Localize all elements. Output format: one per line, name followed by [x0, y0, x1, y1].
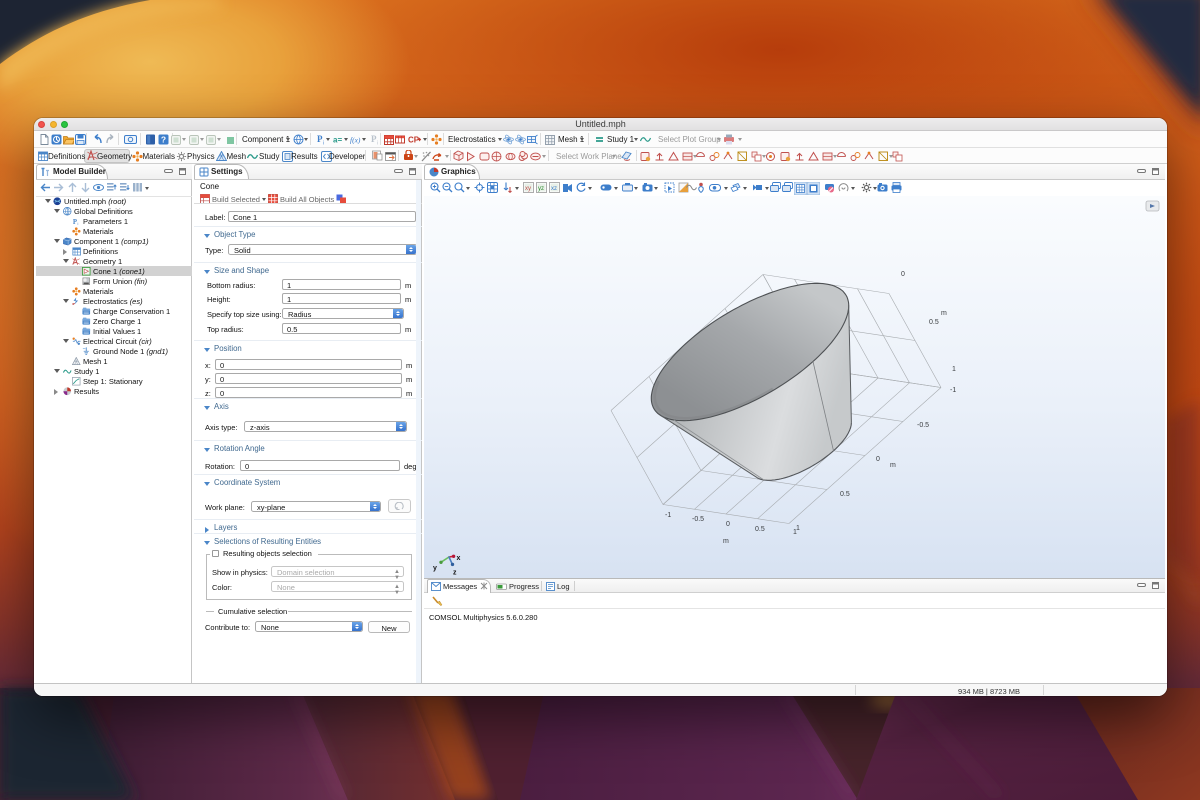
svg-text:yz: yz: [538, 186, 544, 192]
svg-text:?: ?: [161, 135, 166, 145]
svg-text:P: P: [73, 219, 77, 226]
svg-text:f(x): f(x): [350, 136, 361, 145]
svg-text:i: i: [78, 222, 79, 225]
svg-text:i: i: [323, 141, 324, 146]
svg-text:0: 0: [901, 271, 905, 278]
svg-text:0: 0: [726, 521, 730, 528]
svg-text:xy: xy: [525, 186, 531, 192]
svg-text:0.5: 0.5: [755, 526, 765, 533]
svg-text:-1: -1: [665, 512, 671, 519]
svg-text:1: 1: [952, 366, 956, 373]
svg-text:-0.5: -0.5: [917, 422, 929, 429]
svg-text:x: x: [457, 555, 461, 562]
svg-text:a=: a=: [333, 136, 342, 145]
svg-text:1: 1: [793, 529, 797, 536]
svg-text:0: 0: [876, 456, 880, 463]
svg-text:m: m: [890, 462, 896, 469]
svg-text:i: i: [377, 141, 378, 146]
svg-text:y: y: [433, 565, 437, 572]
svg-text:0.5: 0.5: [929, 319, 939, 326]
svg-text:m: m: [723, 538, 729, 545]
svg-text:-1: -1: [950, 387, 956, 394]
svg-text:z: z: [453, 570, 457, 577]
svg-text:xz: xz: [551, 186, 557, 192]
svg-text:0.5: 0.5: [840, 491, 850, 498]
svg-text:-0.5: -0.5: [692, 516, 704, 523]
svg-text:m: m: [941, 310, 947, 317]
